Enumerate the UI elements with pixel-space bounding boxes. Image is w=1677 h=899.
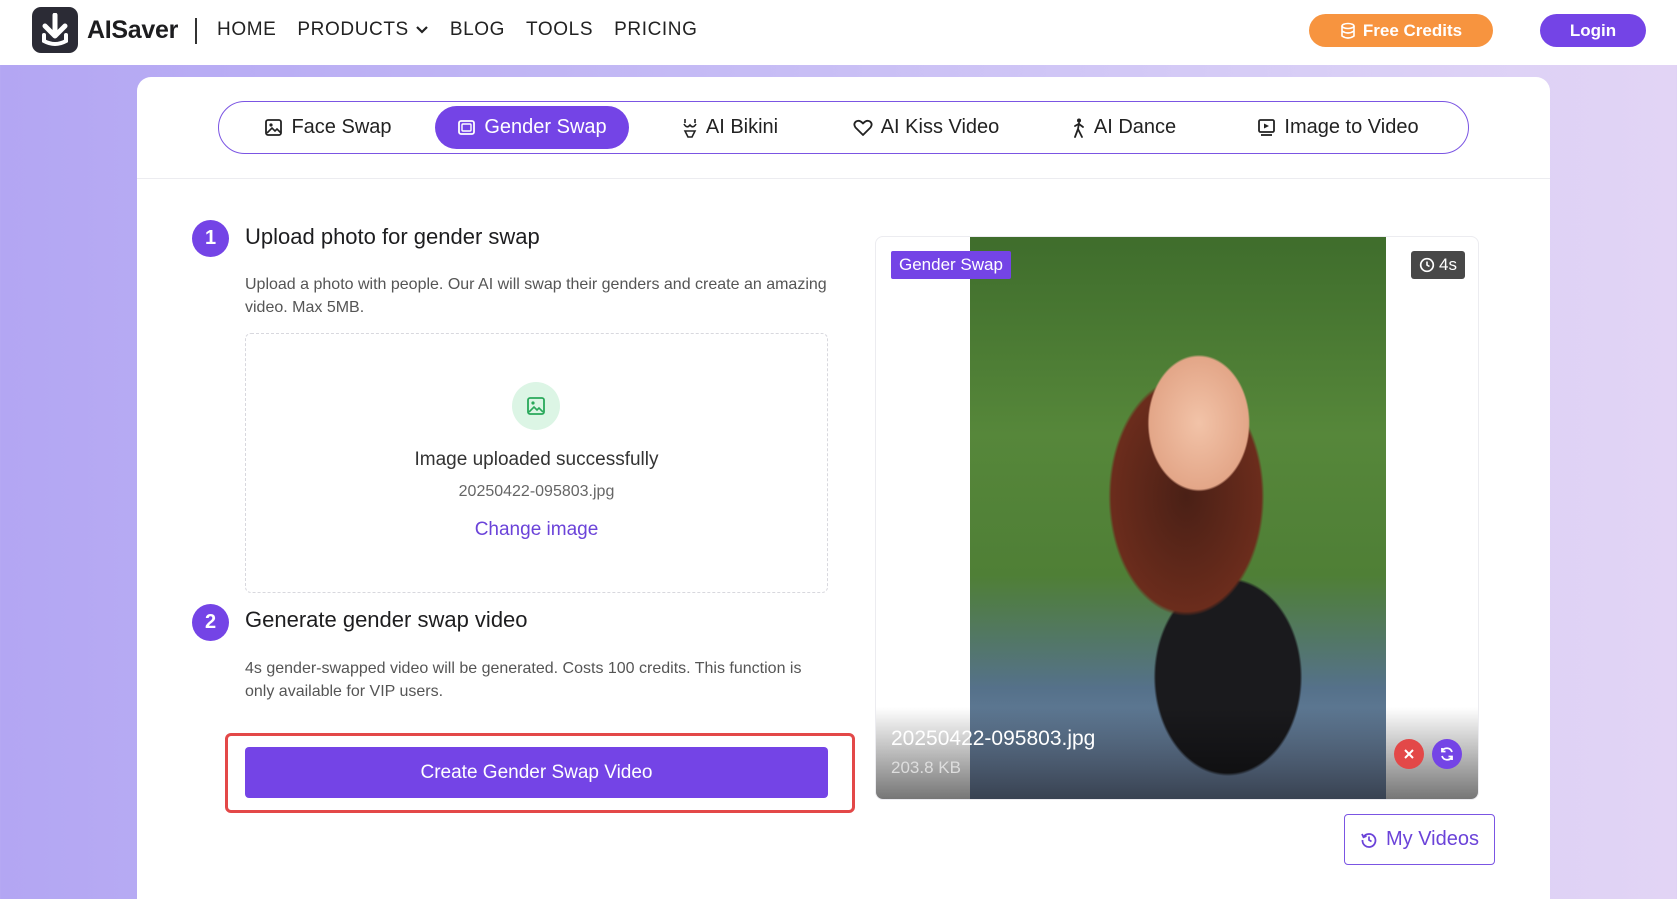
main-nav: HOME PRODUCTS BLOG TOOLS PRICING	[217, 19, 718, 41]
tab-face-swap[interactable]: Face Swap	[223, 106, 433, 149]
dance-icon	[1073, 118, 1084, 138]
image-icon	[265, 119, 283, 136]
history-icon	[1361, 832, 1377, 848]
nav-products-label: PRODUCTS	[297, 19, 409, 40]
tab-ai-dance[interactable]: AI Dance	[1029, 106, 1219, 149]
tab-image-to-video[interactable]: Image to Video	[1227, 106, 1449, 149]
brand-logo[interactable]: AISaver	[32, 7, 178, 53]
nav-blog[interactable]: BLOG	[450, 19, 505, 41]
nav-tools[interactable]: TOOLS	[526, 19, 593, 41]
tab-ai-dance-label: AI Dance	[1093, 116, 1177, 138]
nav-home-label: HOME	[217, 19, 277, 40]
tab-ai-kiss-video[interactable]: AI Kiss Video	[831, 106, 1021, 149]
heart-icon	[853, 119, 873, 136]
logo-download-icon	[32, 7, 78, 53]
replace-image-button[interactable]	[1432, 739, 1462, 769]
tab-ai-bikini-label: AI Bikini	[705, 116, 779, 138]
refresh-icon	[1441, 747, 1453, 761]
portrait-icon	[458, 120, 476, 135]
step-1-title: Upload photo for gender swap	[245, 224, 540, 249]
step-2-number: 2	[192, 604, 229, 641]
step-2-title: Generate gender swap video	[245, 607, 528, 632]
tab-gender-swap-label: Gender Swap	[484, 116, 607, 138]
nav-blog-label: BLOG	[449, 19, 506, 40]
step-1-description: Upload a photo with people. Our AI will …	[245, 276, 827, 316]
create-button-label: Create Gender Swap Video	[420, 761, 653, 783]
nav-products[interactable]: PRODUCTS	[297, 19, 428, 41]
bikini-icon	[683, 118, 697, 138]
top-header: AISaver HOME PRODUCTS BLOG TOOLS PRICING…	[0, 0, 1677, 65]
coins-icon	[1341, 22, 1355, 39]
tab-face-swap-label: Face Swap	[291, 116, 392, 138]
brand-name: AISaver	[87, 15, 179, 44]
free-credits-button[interactable]: Free Credits	[1309, 14, 1493, 47]
close-icon	[1404, 749, 1414, 759]
chevron-down-icon	[416, 26, 428, 34]
create-gender-swap-video-button[interactable]: Create Gender Swap Video	[245, 747, 828, 798]
free-credits-label: Free Credits	[1362, 20, 1463, 40]
header-divider	[195, 18, 197, 44]
nav-pricing[interactable]: PRICING	[614, 19, 697, 41]
preview-file-name: 20250422-095803.jpg	[891, 727, 1096, 750]
tab-ai-bikini[interactable]: AI Bikini	[637, 106, 823, 149]
gender-swap-badge: Gender Swap	[891, 251, 1011, 279]
preview-overlay	[876, 707, 1478, 799]
my-videos-label: My Videos	[1385, 828, 1479, 850]
duration-text: 4s	[1439, 255, 1457, 274]
duration-badge: 4s	[1411, 251, 1465, 279]
remove-image-button[interactable]	[1394, 739, 1424, 769]
main-card: Face Swap Gender Swap AI Bikini AI Kiss …	[137, 77, 1550, 899]
tool-tabs: Face Swap Gender Swap AI Bikini AI Kiss …	[218, 101, 1469, 154]
nav-pricing-label: PRICING	[614, 19, 698, 40]
my-videos-button[interactable]: My Videos	[1344, 814, 1495, 865]
step-2-description: 4s gender-swapped video will be generate…	[245, 660, 802, 700]
video-icon	[1258, 119, 1276, 136]
nav-tools-label: TOOLS	[526, 19, 594, 40]
uploaded-image-icon	[512, 382, 560, 430]
clock-icon	[1419, 257, 1435, 273]
nav-home[interactable]: HOME	[217, 19, 276, 41]
change-image-link[interactable]: Change image	[246, 519, 827, 541]
tab-gender-swap[interactable]: Gender Swap	[435, 106, 629, 149]
tabs-divider	[137, 178, 1550, 179]
image-preview: Gender Swap 4s 20250422-095803.jpg 203.8…	[875, 236, 1479, 800]
uploaded-file-name: 20250422-095803.jpg	[458, 483, 615, 500]
upload-status-text: Image uploaded successfully	[414, 449, 659, 470]
preview-file-size: 203.8 KB	[891, 758, 961, 777]
upload-dropzone[interactable]: Image uploaded successfully 20250422-095…	[245, 333, 828, 593]
tab-ai-kiss-video-label: AI Kiss Video	[880, 116, 1000, 138]
tab-image-to-video-label: Image to Video	[1284, 116, 1419, 138]
login-button[interactable]: Login	[1540, 14, 1646, 47]
login-label: Login	[1569, 20, 1617, 40]
step-1-number: 1	[192, 220, 229, 257]
